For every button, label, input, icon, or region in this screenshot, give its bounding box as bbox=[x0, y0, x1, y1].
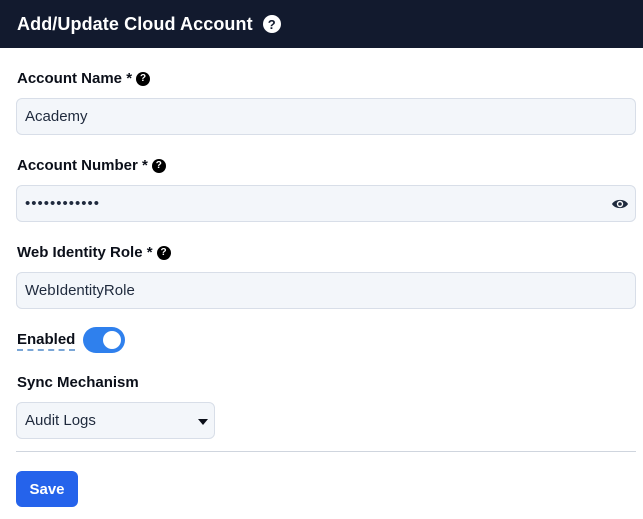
enabled-label: Enabled bbox=[17, 331, 76, 351]
account-name-label: Account Name * ? bbox=[17, 70, 151, 87]
sync-mechanism-label-text: Sync Mechanism bbox=[17, 374, 139, 391]
save-button[interactable]: Save bbox=[16, 471, 78, 507]
sync-mechanism-label: Sync Mechanism bbox=[17, 374, 139, 391]
sync-mechanism-value: Audit Logs bbox=[25, 412, 96, 429]
eye-icon[interactable] bbox=[610, 194, 630, 214]
toggle-knob bbox=[103, 331, 121, 349]
caret-down-icon bbox=[198, 419, 208, 425]
account-number-label-text: Account Number * bbox=[17, 157, 148, 174]
account-number-input[interactable] bbox=[16, 185, 636, 222]
web-identity-role-input[interactable] bbox=[16, 272, 636, 309]
account-name-help-icon[interactable]: ? bbox=[136, 71, 151, 86]
web-identity-role-help-icon[interactable]: ? bbox=[156, 245, 171, 260]
web-identity-role-label-text: Web Identity Role * bbox=[17, 244, 153, 261]
account-number-field bbox=[16, 185, 636, 222]
web-identity-role-label: Web Identity Role * ? bbox=[17, 244, 171, 261]
enabled-toggle[interactable] bbox=[83, 327, 125, 353]
page-title: Add/Update Cloud Account bbox=[17, 13, 253, 34]
account-number-label: Account Number * ? bbox=[17, 157, 166, 174]
sync-mechanism-select[interactable]: Audit Logs bbox=[16, 402, 215, 439]
account-number-help-icon[interactable]: ? bbox=[151, 158, 166, 173]
account-name-label-text: Account Name * bbox=[17, 70, 133, 87]
account-name-input[interactable] bbox=[16, 98, 636, 135]
divider bbox=[16, 451, 636, 452]
modal-header: Add/Update Cloud Account ? bbox=[0, 0, 643, 48]
help-icon[interactable]: ? bbox=[262, 15, 281, 33]
